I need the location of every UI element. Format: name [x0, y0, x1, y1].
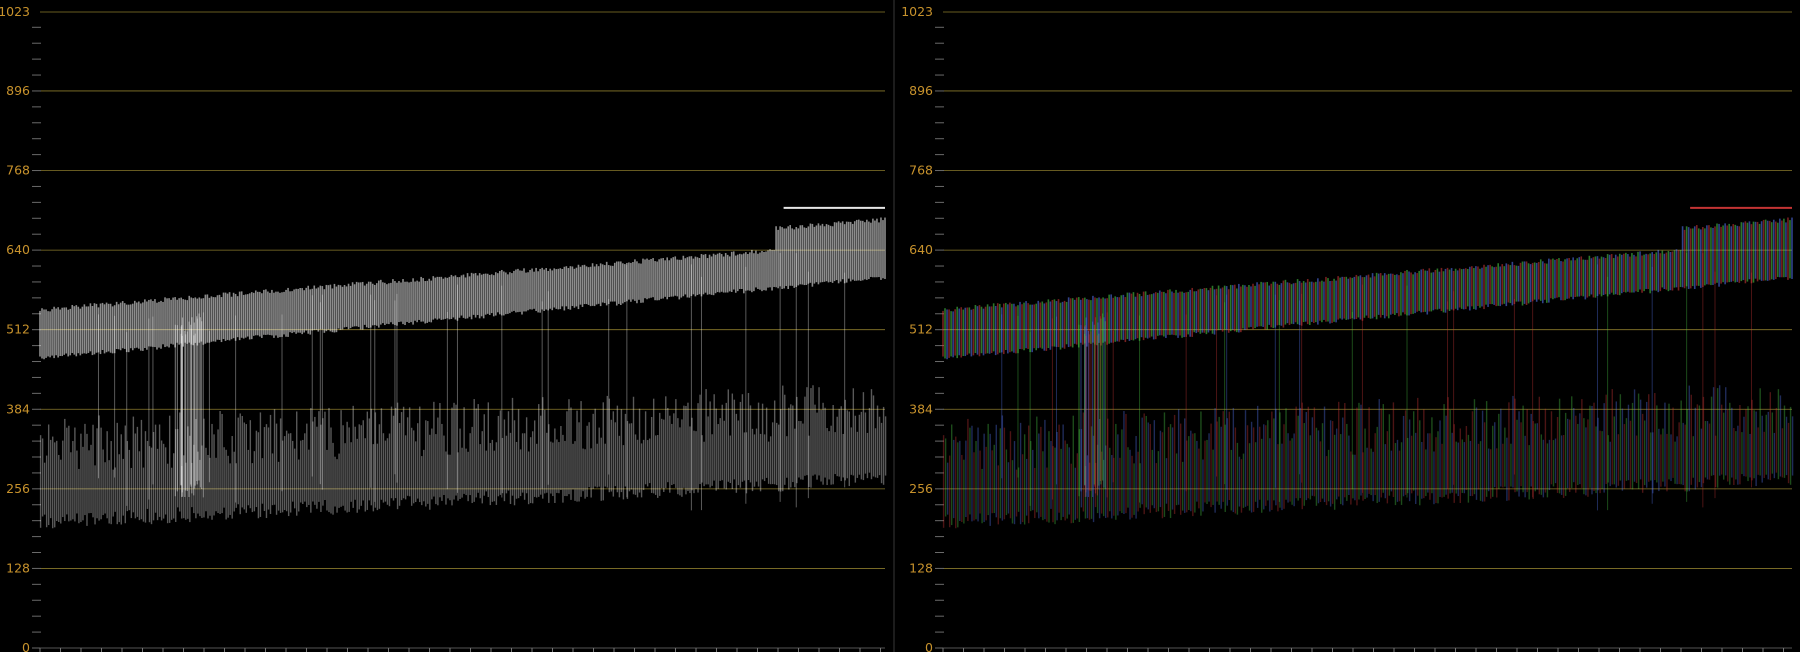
- scale-tick-label: 128: [909, 560, 933, 575]
- luma-waveform-scope[interactable]: 1023 896 768 640 512 384 256 128 0: [0, 0, 893, 652]
- scale-tick-label: 512: [6, 322, 30, 337]
- scale-tick-label: 896: [6, 83, 30, 98]
- scale-tick-label: 768: [6, 163, 30, 178]
- scale-tick-label: 896: [909, 83, 933, 98]
- scale-tick-label: 0: [22, 640, 30, 652]
- scale-tick-label: 384: [6, 401, 30, 416]
- scale-tick-label: 512: [909, 322, 933, 337]
- scale-tick-label: 384: [909, 401, 933, 416]
- trace-layer: [39, 206, 887, 529]
- trace-layer: [942, 206, 1794, 529]
- luma-waveform-graph: 1023 896 768 640 512 384 256 128 0: [0, 4, 887, 652]
- scale-tick-label: 640: [6, 242, 30, 257]
- rgb-waveform-graph: 1023 896 768 640 512 384 256 128 0: [901, 4, 1794, 652]
- scale-tick-label: 256: [909, 481, 933, 496]
- scale-tick-label: 1023: [901, 4, 933, 19]
- scale-tick-label: 256: [6, 481, 30, 496]
- scale-tick-label: 128: [6, 560, 30, 575]
- scale-tick-label: 768: [909, 163, 933, 178]
- rgb-waveform-scope[interactable]: 1023 896 768 640 512 384 256 128 0: [895, 0, 1800, 652]
- scale-tick-label: 640: [909, 242, 933, 257]
- scale-tick-label: 1023: [0, 4, 30, 19]
- scale-tick-label: 0: [925, 640, 933, 652]
